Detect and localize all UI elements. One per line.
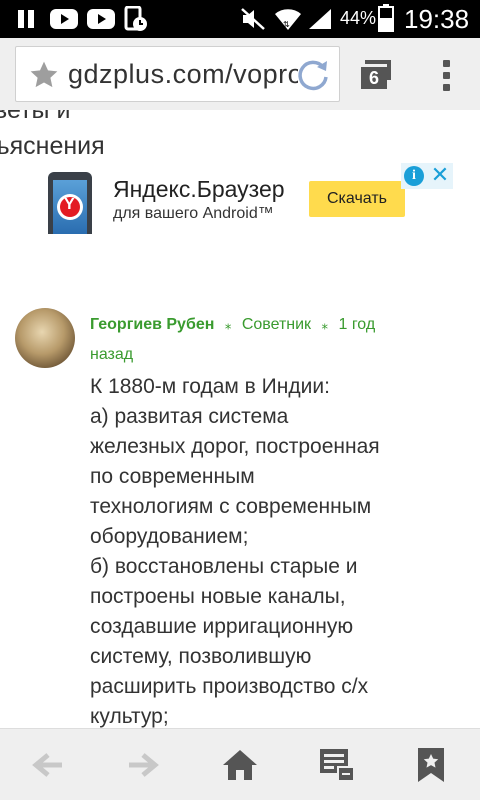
url-text[interactable]: gdzplus.com/vopros bbox=[68, 59, 298, 90]
answer-line: а) развитая система bbox=[90, 405, 289, 428]
separator-icon: ⁎ bbox=[321, 317, 329, 332]
answer-time-suffix: назад bbox=[90, 346, 134, 363]
author-rank: Советник bbox=[241, 316, 312, 333]
bookmark-star-icon[interactable] bbox=[28, 59, 60, 91]
back-arrow-icon[interactable] bbox=[30, 747, 66, 783]
battery-icon bbox=[378, 4, 394, 32]
answer-text: К 1880-м годам в Индии: а) развитая сист… bbox=[90, 372, 410, 728]
partial-heading-line1: веты и bbox=[0, 110, 71, 124]
answer-line: создавшие ирригационную bbox=[90, 615, 354, 638]
ad-phone-image: Y bbox=[48, 172, 92, 234]
youtube-icon-2 bbox=[87, 9, 115, 29]
clock: 19:38 bbox=[404, 4, 470, 34]
menu-dot-icon bbox=[443, 84, 450, 91]
menu-dot-icon bbox=[443, 60, 450, 67]
answer-line: оборудованием; bbox=[90, 525, 249, 548]
ad-subtitle: для вашего Android™ bbox=[113, 205, 274, 222]
reload-icon[interactable] bbox=[295, 57, 331, 93]
page-content: веты и ъяснения Y Яндекс.Браузер для ваш… bbox=[0, 110, 480, 728]
answer-line: систему, позволившую bbox=[90, 645, 312, 668]
reader-icon[interactable] bbox=[318, 747, 356, 783]
battery-percent: 44% bbox=[340, 8, 377, 28]
wifi-icon: ⇅ bbox=[275, 9, 301, 30]
answer-line: железных дорог, построенная bbox=[90, 435, 380, 458]
answer-line: технологиям с современным bbox=[90, 495, 372, 518]
tab-count: 6 bbox=[361, 67, 387, 89]
bookmarks-icon[interactable] bbox=[415, 747, 447, 783]
status-bar: ⇅ 44% 19:38 bbox=[0, 0, 480, 38]
answer-line: б) восстановлены старые и bbox=[90, 555, 358, 578]
avatar[interactable] bbox=[15, 308, 75, 368]
answer-line: культур; bbox=[90, 705, 169, 728]
ad-info-icon[interactable]: i bbox=[404, 166, 424, 186]
youtube-icon bbox=[50, 9, 78, 29]
separator-icon: ⁎ bbox=[224, 317, 232, 332]
answer-line: по современным bbox=[90, 465, 255, 488]
answer-meta: Георгиев Рубен ⁎ Советник ⁎ 1 год bbox=[90, 316, 375, 334]
answer-line: построены новые каналы, bbox=[90, 585, 346, 608]
menu-dot-icon bbox=[443, 72, 450, 79]
menu-button[interactable] bbox=[435, 56, 459, 94]
ad-download-button[interactable]: Скачать bbox=[309, 181, 405, 217]
browser-toolbar: gdzplus.com/vopros 6 bbox=[0, 38, 480, 110]
phone-clock-icon bbox=[124, 6, 147, 31]
mute-icon bbox=[241, 8, 265, 30]
browser-bottom-bar bbox=[0, 728, 480, 800]
svg-text:⇅: ⇅ bbox=[283, 20, 290, 29]
ad-banner[interactable]: Y Яндекс.Браузер для вашего Android™ Ска… bbox=[48, 163, 453, 236]
answer-line: расширить производство с/х bbox=[90, 675, 369, 698]
answer-time: 1 год bbox=[338, 316, 376, 333]
home-icon[interactable] bbox=[221, 747, 259, 783]
answer-line: К 1880-м годам в Индии: bbox=[90, 375, 330, 398]
ad-close-icon[interactable]: ✕ bbox=[429, 164, 451, 186]
tabs-button[interactable]: 6 bbox=[355, 58, 393, 89]
url-bar[interactable]: gdzplus.com/vopros bbox=[15, 46, 340, 102]
pause-icon bbox=[18, 10, 34, 28]
signal-icon bbox=[309, 9, 331, 29]
partial-heading-line2: ъяснения bbox=[0, 132, 105, 160]
forward-arrow-icon[interactable] bbox=[125, 747, 161, 783]
author-name[interactable]: Георгиев Рубен bbox=[90, 316, 214, 333]
ad-title: Яндекс.Браузер bbox=[113, 176, 285, 202]
